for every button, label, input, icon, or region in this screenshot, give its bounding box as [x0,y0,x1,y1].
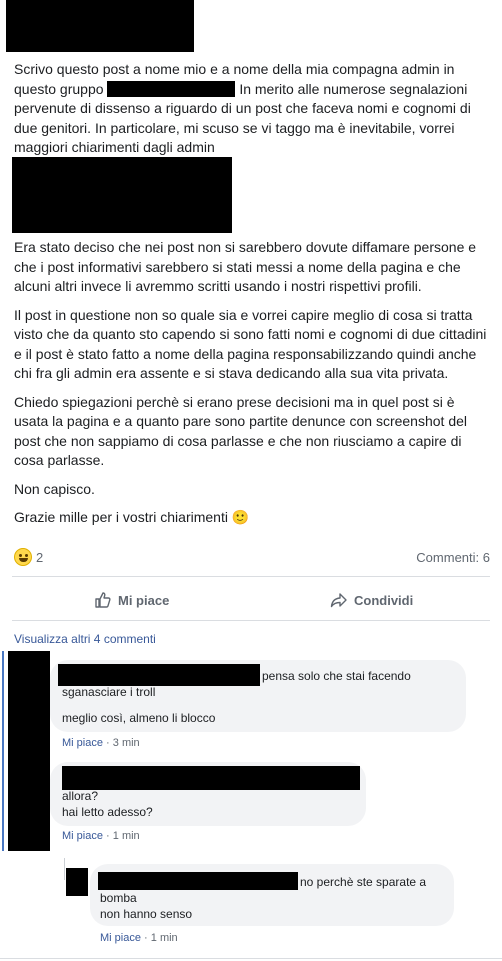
post-body: Scrivo questo post a nome mio e a nome d… [14,60,492,167]
comment-bubble-1: pensa solo che stai facendo sganasciare … [50,660,466,732]
like-button[interactable]: Mi piace [94,588,169,612]
share-button[interactable]: Condividi [330,588,413,612]
reaction-count[interactable]: 2 [36,550,43,565]
comments-count[interactable]: Commenti: 6 [416,550,490,565]
comment-meta-2: Mi piace · 1 min [62,830,140,842]
avatar[interactable] [8,651,50,851]
haha-emoji-icon[interactable] [14,548,32,566]
comment-text: sganasciare i troll [62,685,156,699]
share-label: Condividi [354,592,414,608]
comment-like-link[interactable]: Mi piace [62,737,103,749]
comment-meta-1: Mi piace · 3 min [62,737,140,749]
comment-text: bomba [100,891,137,905]
post-body-continued: Era stato deciso che nei post non si sar… [14,238,492,537]
redacted-author-name [6,0,194,52]
post-paragraph-3: Il post in questione non so quale sia e … [14,306,487,382]
comment-text: non hanno senso [100,907,193,921]
view-more-comments-link[interactable]: Visualizza altri 4 commenti [14,632,156,646]
post-paragraph-5: Non capisco. [14,480,95,497]
comment-text: hai letto adesso? [62,805,153,819]
comment-meta-3: Mi piace · 1 min [100,932,178,944]
like-label: Mi piace [118,592,170,608]
comment-bubble-3: no perchè ste sparate a bomba non hanno … [90,864,454,926]
post-intro-rest: pervenute di dissenso a riguardo di un p… [14,100,471,155]
comment-like-link[interactable]: Mi piace [62,830,103,842]
post-paragraph-6: Grazie mille per i vostri chiarimenti 🙂 [14,509,250,525]
comment-bubble-2: allora? hai letto adesso? [50,762,366,826]
thread-indicator [2,651,4,851]
redacted-commenter-name [98,872,298,890]
divider-bottom [12,620,490,621]
thumbs-up-icon [95,592,111,608]
avatar[interactable] [66,868,88,896]
post-intro-line1: Scrivo questo post a nome mio e a nome d… [14,61,455,77]
reactions-bar: 2 Commenti: 6 [14,548,490,570]
share-arrow-icon [330,593,347,608]
redacted-tagged-admins [12,157,232,233]
redacted-group-name [107,80,236,97]
reply-connector [64,858,65,880]
comment-text: meglio così, almeno li blocco [62,711,216,725]
post-intro-line2: questo gruppo In merito alle numerose se… [14,80,468,97]
comment-timestamp[interactable]: 3 min [113,737,140,749]
divider-top [12,576,490,577]
redacted-commenter-name [62,766,360,790]
comment-text: allora? [62,789,99,803]
comment-timestamp[interactable]: 1 min [151,932,178,944]
comment-text: no perchè ste sparate a [300,875,427,889]
post-paragraph-4: Chiedo spiegazioni perchè si erano prese… [14,393,467,469]
comment-like-link[interactable]: Mi piace [100,932,141,944]
bottom-divider [0,958,502,959]
comment-timestamp[interactable]: 1 min [113,830,140,842]
comment-text: pensa solo che stai facendo [262,669,411,683]
post-paragraph-2: Era stato deciso che nei post non si sar… [14,239,477,294]
redacted-commenter-name [58,664,260,686]
